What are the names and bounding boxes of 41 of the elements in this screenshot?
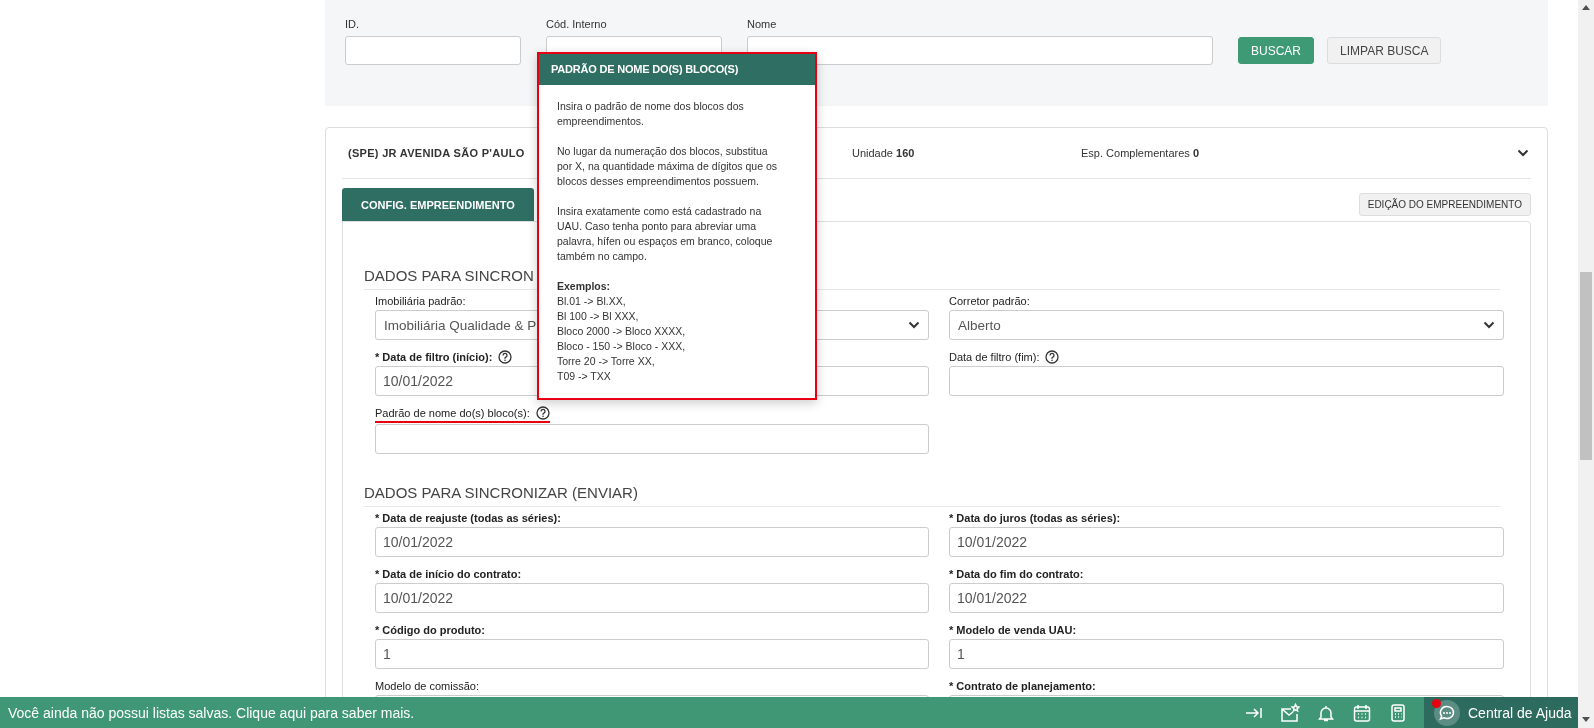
field-value: 10/01/2022 <box>957 534 1028 550</box>
example-text: Bloco - 150 -> Bloco - XXX, <box>557 339 687 354</box>
popover-text: No lugar da numeração dos blocos, substitua por X, na quantidade máxima de dígitos que os blocos desses empreendimentos possuem. <box>557 144 779 189</box>
field-label: * Contrato de planejamento: <box>949 680 1096 692</box>
field-label: Imobiliária padrão: <box>375 295 466 307</box>
field-label: * Data de reajuste (todas as séries): <box>375 512 561 524</box>
field-label: * Data de filtro (início): <box>375 351 493 363</box>
stat-text: Unidade 160 <box>852 147 916 159</box>
popover-text: Insira exatamente como está cadastrado na UAU. Caso tenha ponto para abreviar uma palavra, hífen ou espaços em branco, coloque também no campo. <box>557 204 774 264</box>
field-label: * Modelo de venda UAU: <box>949 624 1077 636</box>
field-value: 1 <box>383 646 391 662</box>
project-name: (SPE) JR AVENIDA SÃO P'AULO <box>348 147 525 159</box>
field-value: Alberto <box>958 317 1001 333</box>
field-value: 10/01/2022 <box>383 373 454 389</box>
field-label: Cód. Interno <box>546 18 608 30</box>
example-text: T09 -> TXX <box>557 369 612 384</box>
field-value: Imobiliária Qualidade & P <box>384 317 537 333</box>
field-value: 10/01/2022 <box>383 590 454 606</box>
section-title: DADOS PARA SINCRON <box>364 266 534 286</box>
field-label: ID. <box>345 18 361 30</box>
section-title: DADOS PARA SINCRONIZAR (ENVIAR) <box>364 483 638 503</box>
field-value: 10/01/2022 <box>957 590 1028 606</box>
field-label: Data de filtro (fim): <box>949 351 1040 363</box>
field-label: Modelo de comissão: <box>375 680 479 692</box>
field-label: * Data do juros (todas as séries): <box>949 512 1121 524</box>
field-value: 1 <box>957 646 965 662</box>
field-value: 10/01/2022 <box>383 534 454 550</box>
examples-heading: Exemplos: <box>557 279 612 294</box>
stat-text: Esp. Complementares 0 <box>1081 147 1200 159</box>
example-text: Torre 20 -> Torre XX, <box>557 354 656 369</box>
example-text: Bloco 2000 -> Bloco XXXX, <box>557 324 687 339</box>
example-text: Bl 100 -> Bl XXX, <box>557 309 640 324</box>
field-label: Corretor padrão: <box>949 295 1030 307</box>
field-label: * Data do fim do contrato: <box>949 568 1084 580</box>
field-label: Nome <box>747 18 778 30</box>
field-label: Padrão de nome do(s) bloco(s): <box>375 407 530 419</box>
popover-title: PADRÃO DE NOME DO(S) BLOCO(S) <box>539 54 815 85</box>
field-label: * Código do produto: <box>375 624 485 636</box>
popover-text: Insira o padrão de nome dos blocos dos empreendimentos. <box>557 99 745 129</box>
example-text: Bl.01 -> Bl.XX, <box>557 294 627 309</box>
field-label: * Data de início do contrato: <box>375 568 522 580</box>
